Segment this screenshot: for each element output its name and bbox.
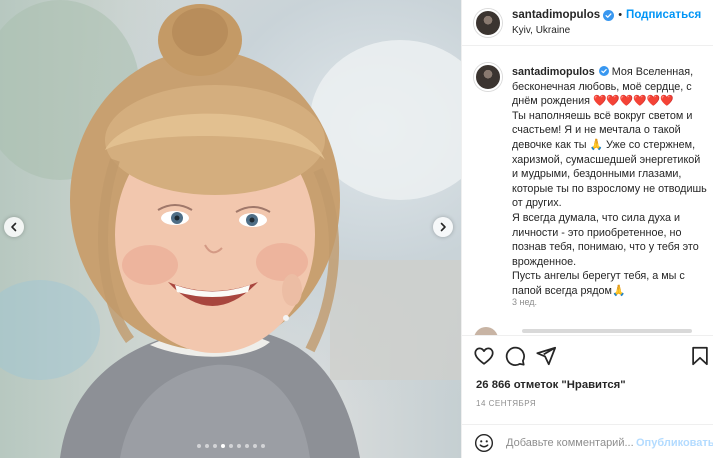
carousel-dot	[204, 444, 209, 448]
separator-dot: •	[618, 9, 623, 21]
caption-first-line: santadimopulos Моя Вселенная,	[512, 65, 708, 80]
caption-section: santadimopulos Моя Вселенная, бесконечная…	[462, 57, 713, 327]
carousel-indicator	[0, 444, 461, 448]
caption-text: santadimopulos Моя Вселенная, бесконечная…	[512, 65, 708, 299]
carousel-dot	[212, 444, 217, 448]
likes-count[interactable]: 26 866 отметок "Нравится"	[476, 379, 626, 391]
caption-line: Моя Вселенная,	[611, 66, 694, 78]
carousel-dot	[220, 444, 225, 448]
smiley-icon	[474, 433, 494, 453]
verified-badge-icon	[603, 9, 615, 21]
follow-button[interactable]: Подписаться	[626, 9, 701, 21]
caption-line: от других.	[512, 197, 562, 210]
comment-avatar[interactable]	[474, 327, 498, 335]
post-actions: 26 866 отметок "Нравится" 14 СЕНТЯБРЯ	[462, 335, 713, 417]
caption-username-link[interactable]: santadimopulos	[512, 66, 595, 78]
caption-line: личности - это приобретенное, но	[512, 226, 682, 239]
share-button[interactable]	[535, 345, 557, 367]
caption-line: папой всегда рядом🙏	[512, 284, 626, 297]
chevron-left-icon	[11, 222, 17, 232]
chevron-right-icon	[440, 222, 446, 232]
heart-icon	[474, 347, 494, 365]
caption-line: бесконечная любовь, моё сердце, с	[512, 80, 692, 93]
comment-button[interactable]	[504, 345, 526, 367]
username-link[interactable]: santadimopulos	[512, 9, 600, 21]
save-button[interactable]	[689, 345, 711, 367]
caption-line: которые ты по взрослому не отводишь	[512, 182, 707, 195]
post-date[interactable]: 14 СЕНТЯБРЯ	[476, 399, 536, 408]
caption-line: врожденное.	[512, 255, 577, 268]
comment-form: Опубликовать	[462, 424, 713, 458]
caption-avatar[interactable]	[474, 63, 502, 91]
carousel-dot	[252, 444, 257, 448]
comment-input[interactable]	[506, 434, 636, 452]
caption-line: днём рождения ❤️❤️❤️❤️❤️❤️	[512, 95, 674, 108]
carousel-dot	[236, 444, 241, 448]
avatar[interactable]	[474, 9, 502, 37]
comment-icon	[505, 346, 525, 366]
caption-line: счастьем! Я и не мечтала о такой	[512, 124, 681, 137]
carousel-dot	[196, 444, 201, 448]
caption-line: девочке как ты 🙏 Уже со стержнем,	[512, 138, 696, 151]
caption-line: и мудрыми, бездонными глазами,	[512, 168, 682, 181]
carousel-next-button[interactable]	[433, 217, 453, 237]
post-photo	[0, 0, 461, 458]
carousel-prev-button[interactable]	[4, 217, 24, 237]
caption-line: Пусть ангелы берегут тебя, а мы с	[512, 270, 685, 283]
carousel-dot	[260, 444, 265, 448]
location-link[interactable]: Kyiv, Ukraine	[512, 25, 570, 36]
carousel-dot	[244, 444, 249, 448]
post-header: santadimopulos • Подписаться Kyiv, Ukrai…	[462, 0, 713, 46]
caption-line: Я всегда думала, что сила духа и	[512, 211, 681, 224]
post-time-ago[interactable]: 3 нед.	[512, 297, 537, 307]
caption-line: познав тебя, понимаю, что у тебя это	[512, 241, 699, 254]
caption-line: Ты наполняешь всё вокруг светом и	[512, 109, 693, 122]
next-comment-preview	[462, 325, 713, 335]
like-button[interactable]	[473, 345, 495, 367]
header-user-line: santadimopulos • Подписаться	[512, 9, 701, 21]
emoji-button[interactable]	[474, 433, 494, 453]
carousel-dot	[228, 444, 233, 448]
post-media[interactable]	[0, 0, 461, 458]
caption-line: харизмой, сумасшедшей энергетикой	[512, 153, 701, 166]
share-icon	[536, 346, 557, 366]
bookmark-icon	[692, 346, 708, 366]
post-sidebar: santadimopulos • Подписаться Kyiv, Ukrai…	[461, 0, 713, 458]
verified-badge-icon	[598, 66, 609, 76]
comment-text-stub	[522, 329, 692, 333]
publish-button[interactable]: Опубликовать	[636, 437, 713, 449]
